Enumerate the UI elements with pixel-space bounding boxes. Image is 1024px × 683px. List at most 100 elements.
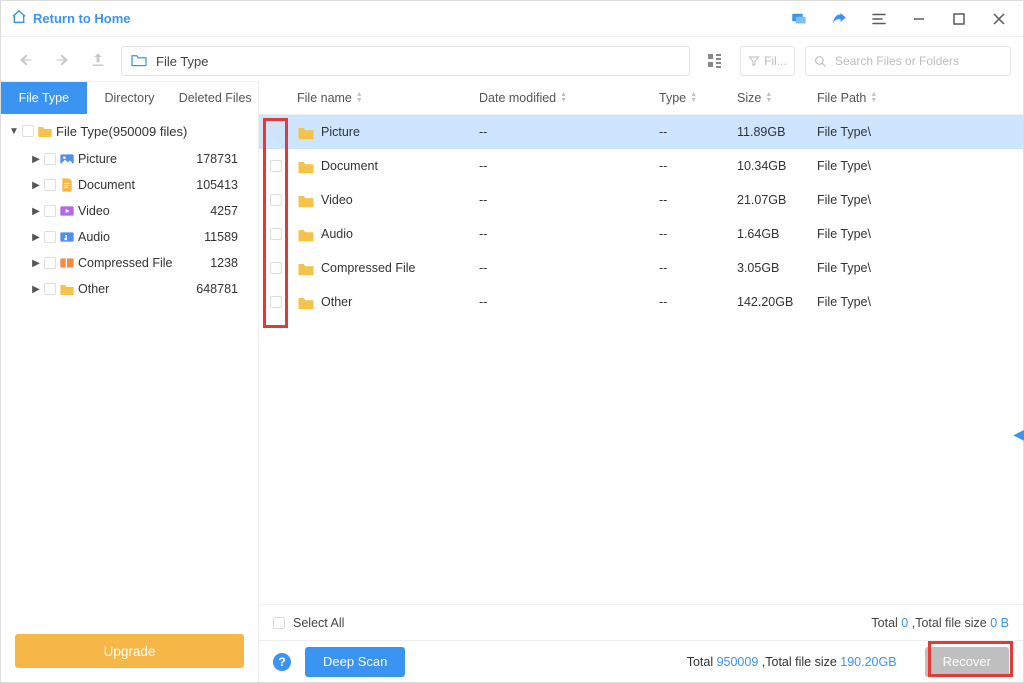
checkbox[interactable] — [22, 125, 34, 137]
checkbox[interactable] — [44, 283, 56, 295]
checkbox[interactable] — [270, 228, 282, 240]
sort-icon: ▲▼ — [560, 92, 567, 104]
recover-button[interactable]: Recover — [925, 647, 1009, 677]
breadcrumb[interactable]: File Type — [121, 46, 690, 76]
search-input-wrap[interactable] — [805, 46, 1011, 76]
cell-date: -- — [479, 227, 659, 241]
chevron-right-icon[interactable]: ▶ — [31, 154, 41, 165]
filter-button[interactable]: Fil... — [740, 46, 795, 76]
picture-icon — [59, 151, 75, 167]
upgrade-button[interactable]: Upgrade — [15, 634, 244, 668]
table-row[interactable]: Audio----1.64GBFile Type\ — [259, 217, 1023, 251]
tree-item[interactable]: ▶Document105413 — [1, 172, 258, 198]
chevron-down-icon[interactable]: ▼ — [9, 126, 19, 137]
tree-item[interactable]: ▶Video4257 — [1, 198, 258, 224]
cell-size: 21.07GB — [737, 193, 817, 207]
col-header-size[interactable]: Size▲▼ — [737, 91, 817, 105]
sort-icon: ▲▼ — [356, 92, 363, 104]
checkbox[interactable] — [44, 257, 56, 269]
maximize-button[interactable] — [945, 5, 973, 33]
chevron-right-icon[interactable]: ▶ — [31, 180, 41, 191]
chevron-right-icon[interactable]: ▶ — [31, 206, 41, 217]
table-header: File name▲▼ Date modified▲▼ Type▲▼ Size▲… — [259, 81, 1023, 115]
cell-size: 11.89GB — [737, 125, 817, 139]
cell-date: -- — [479, 159, 659, 173]
folder-icon — [37, 123, 53, 139]
close-button[interactable] — [985, 5, 1013, 33]
compressed-icon — [59, 255, 75, 271]
sort-icon: ▲▼ — [870, 92, 877, 104]
checkbox[interactable] — [44, 205, 56, 217]
selection-total: Total 0 ,Total file size 0 B — [871, 616, 1009, 630]
cell-name: Document — [321, 159, 378, 173]
cell-name: Audio — [321, 227, 353, 241]
share-icon[interactable] — [825, 5, 853, 33]
checkbox[interactable] — [270, 296, 282, 308]
table-row[interactable]: Picture----11.89GBFile Type\ — [259, 115, 1023, 149]
col-header-type[interactable]: Type▲▼ — [659, 91, 737, 105]
cell-date: -- — [479, 261, 659, 275]
deep-scan-button[interactable]: Deep Scan — [305, 647, 405, 677]
filter-icon — [748, 55, 760, 67]
tree-root-label: File Type(950009 files) — [56, 124, 187, 139]
checkbox[interactable] — [44, 179, 56, 191]
tree-item-label: Picture — [78, 152, 117, 166]
tree-item-label: Document — [78, 178, 135, 192]
checkbox[interactable] — [270, 262, 282, 274]
checkbox[interactable] — [44, 153, 56, 165]
tree-item-label: Audio — [78, 230, 110, 244]
help-icon[interactable]: ? — [273, 653, 291, 671]
view-grid-icon[interactable] — [700, 46, 730, 76]
search-icon — [814, 55, 827, 68]
table-row[interactable]: Other----142.20GBFile Type\ — [259, 285, 1023, 319]
cell-path: File Type\ — [817, 261, 1023, 275]
tree-item[interactable]: ▶Other648781 — [1, 276, 258, 302]
select-all-checkbox[interactable] — [273, 617, 285, 629]
cell-size: 1.64GB — [737, 227, 817, 241]
chevron-right-icon[interactable]: ▶ — [31, 258, 41, 269]
collapse-panel-icon[interactable]: ◀ — [1013, 426, 1024, 443]
cell-date: -- — [479, 295, 659, 309]
checkbox[interactable] — [270, 194, 282, 206]
select-all-label: Select All — [293, 616, 344, 630]
checkbox[interactable] — [270, 160, 282, 172]
table-row[interactable]: Video----21.07GBFile Type\ — [259, 183, 1023, 217]
tree-root[interactable]: ▼ File Type(950009 files) — [1, 116, 258, 146]
feedback-icon[interactable] — [785, 5, 813, 33]
cell-type: -- — [659, 261, 737, 275]
checkbox[interactable] — [44, 231, 56, 243]
checkbox[interactable] — [270, 126, 282, 138]
forward-icon[interactable] — [49, 52, 75, 71]
cell-path: File Type\ — [817, 125, 1023, 139]
return-home-label: Return to Home — [33, 11, 131, 26]
tree-item[interactable]: ▶Compressed File1238 — [1, 250, 258, 276]
cell-type: -- — [659, 125, 737, 139]
search-input[interactable] — [833, 53, 1002, 69]
tab-directory[interactable]: Directory — [87, 82, 173, 114]
chevron-right-icon[interactable]: ▶ — [31, 232, 41, 243]
tree-item[interactable]: ▶Audio11589 — [1, 224, 258, 250]
table-body: Picture----11.89GBFile Type\Document----… — [259, 115, 1023, 604]
table-row[interactable]: Document----10.34GBFile Type\ — [259, 149, 1023, 183]
video-icon — [59, 203, 75, 219]
breadcrumb-label: File Type — [156, 54, 209, 69]
back-icon[interactable] — [13, 52, 39, 71]
cell-size: 142.20GB — [737, 295, 817, 309]
tab-deleted-files[interactable]: Deleted Files — [172, 82, 258, 114]
cell-date: -- — [479, 193, 659, 207]
export-icon[interactable] — [85, 51, 111, 72]
col-header-name[interactable]: File name▲▼ — [293, 91, 479, 105]
minimize-button[interactable] — [905, 5, 933, 33]
table-row[interactable]: Compressed File----3.05GBFile Type\ — [259, 251, 1023, 285]
tree-item-count: 1238 — [210, 256, 258, 270]
cell-type: -- — [659, 295, 737, 309]
tab-file-type[interactable]: File Type — [1, 82, 87, 114]
tree-item[interactable]: ▶Picture178731 — [1, 146, 258, 172]
folder-icon — [130, 53, 148, 70]
return-home-link[interactable]: Return to Home — [11, 9, 131, 28]
col-header-path[interactable]: File Path▲▼ — [817, 91, 1023, 105]
chevron-right-icon[interactable]: ▶ — [31, 284, 41, 295]
tree: ▼ File Type(950009 files) ▶Picture178731… — [1, 114, 258, 624]
col-header-date[interactable]: Date modified▲▼ — [479, 91, 659, 105]
menu-icon[interactable] — [865, 5, 893, 33]
